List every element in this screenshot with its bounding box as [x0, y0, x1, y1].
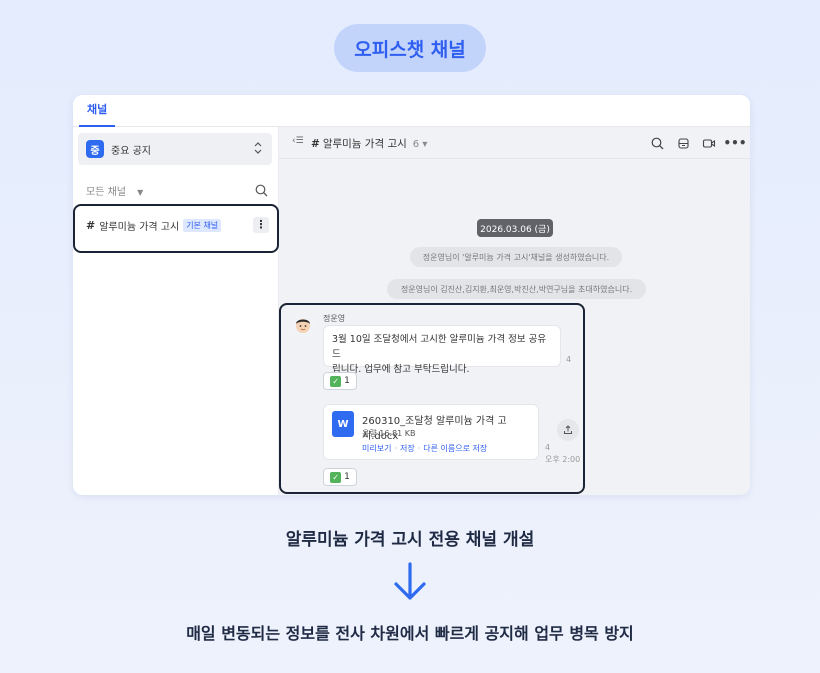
chat-header-actions: ••• [650, 136, 747, 150]
search-icon[interactable] [650, 136, 664, 150]
top-bar: 채널 [73, 95, 750, 127]
caption-main: 알루미늄 가격 고시 전용 채널 개설 [285, 530, 535, 550]
video-call-icon[interactable] [702, 136, 716, 150]
header-pill: 오피스챗 채널 [334, 24, 486, 72]
collapse-sidebar-icon[interactable]: ‹☰ [292, 136, 304, 146]
caret-down-icon: ▼ [137, 188, 144, 197]
arrow-down-icon [390, 562, 430, 606]
highlight-channel-item [73, 204, 279, 253]
caption-sub: 매일 변동되는 정보를 전사 차원에서 빠르게 공지해 업무 병목 방지 [186, 624, 634, 643]
tab-channel[interactable]: 채널 [79, 95, 116, 127]
chat-header: ‹☰ # 알루미늄 가격 고시 6 ▾ ••• [279, 127, 750, 159]
system-message: 정운영님이 '알루미늄 가격 고시'채널을 생성하였습니다. [410, 247, 622, 267]
highlight-message-area [279, 303, 585, 494]
member-count[interactable]: 6 ▾ [413, 139, 428, 150]
channel-group-label: 중요 공지 [111, 145, 151, 157]
channel-group-select[interactable]: 중 중요 공지 [78, 133, 272, 165]
sidebar: 중 중요 공지 모든 채널 ▼ # 알루미늄 가격 고시 기본 채널 ⋮ [73, 127, 279, 495]
app-window: 채널 중 중요 공지 모든 채널 ▼ # 알루미늄 가격 고시 기본 채널 ⋮ … [73, 95, 750, 495]
updown-chevron-icon [254, 142, 262, 155]
system-message: 정운영님이 김진산,김지환,최운영,박진산,박연구님을 초대하였습니다. [387, 279, 646, 299]
more-horizontal-icon[interactable]: ••• [724, 136, 747, 150]
all-channels-label: 모든 채널 [86, 187, 126, 198]
all-channels-filter[interactable]: 모든 채널 ▼ [86, 183, 143, 198]
chat-title: # 알루미늄 가격 고시 6 ▾ [311, 136, 427, 151]
drawer-icon[interactable] [676, 136, 690, 150]
chat-title-text: 알루미늄 가격 고시 [322, 138, 407, 150]
date-divider: 2026.03.06 (금) [477, 219, 553, 237]
chat-title-hash: # [311, 138, 320, 150]
channel-group-icon: 중 [86, 140, 104, 158]
search-icon[interactable] [255, 182, 268, 201]
